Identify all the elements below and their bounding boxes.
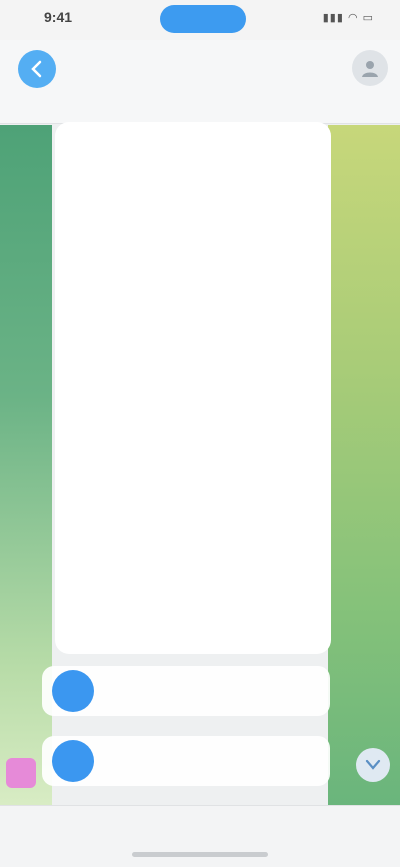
back-button[interactable] <box>10 48 66 92</box>
chat-avatar[interactable] <box>352 50 388 86</box>
dynamic-island <box>160 5 246 33</box>
home-indicator <box>132 852 268 857</box>
status-indicators: ▮▮▮ ◠ ▭ <box>322 12 374 24</box>
status-bar: 9:41 ▮▮▮ ◠ ▭ <box>0 0 400 40</box>
status-time: 9:41 <box>44 9 73 25</box>
chevron-down-icon <box>365 759 381 770</box>
back-circle <box>18 50 56 88</box>
button-2-icon <box>52 740 94 782</box>
chat-header <box>0 40 400 124</box>
inline-button-2[interactable] <box>42 736 330 786</box>
chevron-left-icon <box>31 60 42 78</box>
sticker-button[interactable] <box>6 758 36 788</box>
button-1-icon <box>52 670 94 712</box>
message-bubble[interactable] <box>55 122 331 654</box>
scroll-down-button[interactable] <box>356 748 390 782</box>
bottom-bar <box>0 805 400 867</box>
chat-title-block[interactable] <box>120 50 280 53</box>
inline-button-1[interactable] <box>42 666 330 716</box>
user-icon <box>362 61 378 77</box>
wallpaper-right <box>328 125 400 805</box>
